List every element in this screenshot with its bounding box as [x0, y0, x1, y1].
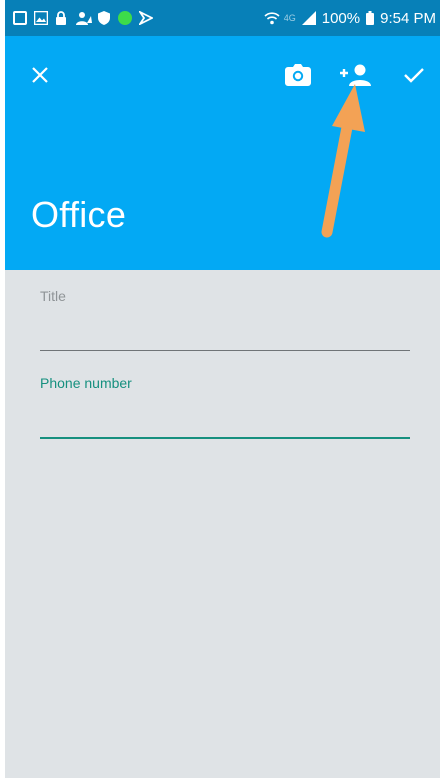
shield-icon: [97, 11, 111, 25]
system-indicators: 4G 100% 9:54 PM: [264, 10, 436, 27]
person-alert-icon: [76, 11, 92, 25]
notification-icons: [13, 9, 155, 27]
lock-icon: [55, 11, 69, 25]
title-input[interactable]: [40, 310, 410, 351]
flag-icon: [137, 9, 155, 27]
phone-number-field: Phone number: [40, 375, 410, 439]
battery-percentage: 100%: [321, 9, 361, 27]
phone-number-input[interactable]: [40, 397, 410, 439]
signal-icon: [301, 11, 316, 25]
wifi-icon: [264, 11, 280, 25]
camera-icon: [285, 64, 311, 86]
title-label: Title: [40, 288, 66, 304]
green-dot-icon: [118, 11, 132, 25]
network-type: 4G: [283, 13, 296, 23]
checkbox-notification-icon: [13, 11, 27, 25]
add-contact-button[interactable]: [339, 58, 373, 92]
contact-title: Office: [31, 194, 127, 235]
phone-number-label: Phone number: [40, 375, 132, 391]
close-button[interactable]: [23, 58, 57, 92]
contact-header: Office: [5, 36, 440, 270]
app-screen: 4G 100% 9:54 PM Office Title Phone numbe…: [5, 0, 440, 778]
clock: 9:54 PM: [380, 9, 436, 27]
close-icon: [32, 67, 48, 83]
save-button[interactable]: [397, 58, 431, 92]
battery-icon: [366, 11, 375, 25]
gallery-icon: [33, 10, 49, 26]
title-field: Title: [40, 288, 410, 351]
add-person-icon: [340, 64, 371, 86]
status-bar: 4G 100% 9:54 PM: [5, 0, 440, 36]
check-icon: [404, 68, 424, 83]
camera-button[interactable]: [281, 58, 315, 92]
